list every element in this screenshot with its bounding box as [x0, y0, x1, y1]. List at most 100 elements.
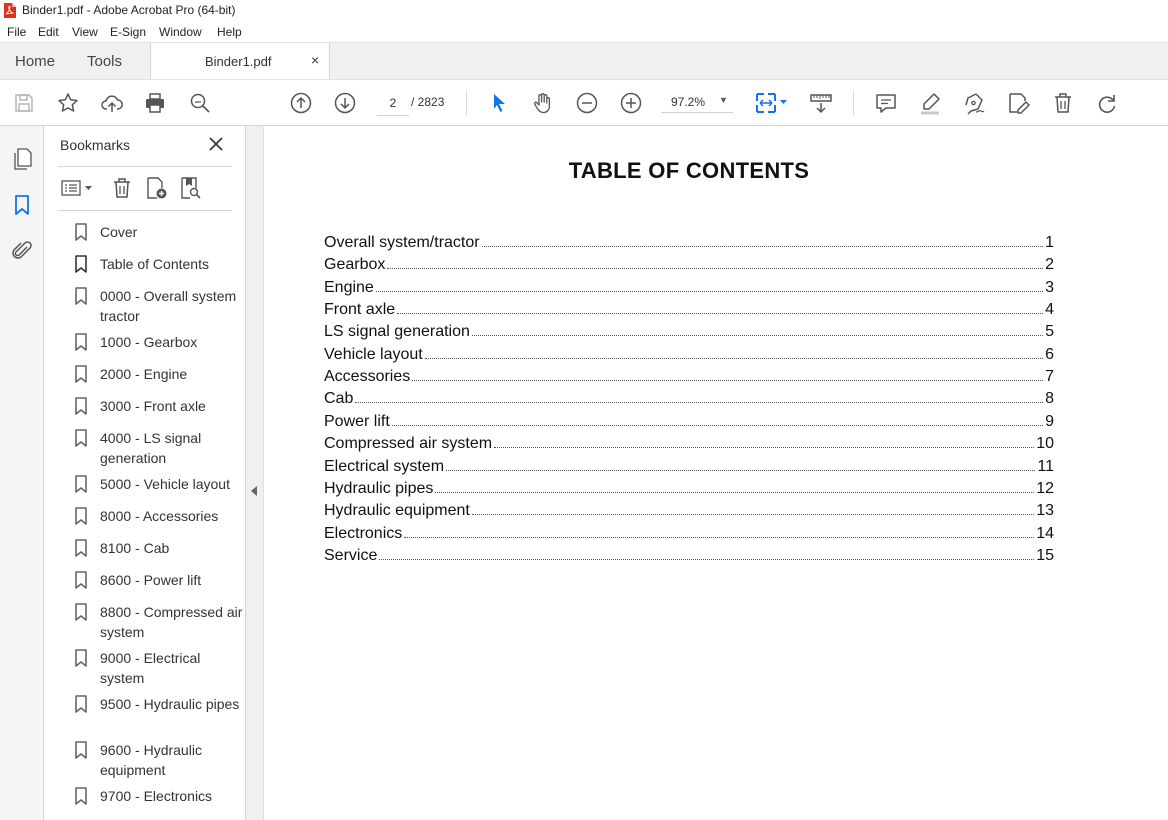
- zoom-level-dropdown[interactable]: 97.2% ▼: [661, 91, 733, 113]
- page-thumbnails-icon[interactable]: [10, 147, 34, 171]
- toc-entry[interactable]: Vehicle layout 6: [324, 346, 1054, 368]
- toc-entry-page: 1: [1045, 234, 1054, 251]
- attachment-icon[interactable]: [10, 239, 34, 263]
- bookmark-icon: [74, 365, 88, 383]
- menu-file[interactable]: File: [7, 25, 26, 39]
- tab-document[interactable]: Binder1.pdf ×: [150, 43, 330, 80]
- bookmark-label: 9500 - Hydraulic pipes: [100, 696, 240, 712]
- toc-entry[interactable]: Engine 3: [324, 279, 1054, 301]
- zoom-in-icon[interactable]: [619, 91, 643, 115]
- page-up-icon[interactable]: [289, 91, 313, 115]
- menu-window[interactable]: Window: [159, 25, 202, 39]
- page-total: / 2823: [411, 95, 445, 109]
- toc-entry-label: Vehicle layout: [324, 345, 423, 363]
- toc-entry[interactable]: Power lift 9: [324, 413, 1054, 435]
- bookmark-label: 8600 - Power lift: [100, 572, 202, 588]
- bookmark-label: 2000 - Engine: [100, 366, 188, 382]
- sign-icon[interactable]: [962, 91, 986, 115]
- bookmark-label: 8000 - Accessories: [100, 508, 219, 524]
- toc-entry[interactable]: Hydraulic equipment 13: [324, 502, 1054, 524]
- toc-entry-label: Hydraulic equipment: [324, 502, 470, 520]
- menu-view[interactable]: View: [72, 25, 98, 39]
- toc-entry-page: 5: [1045, 323, 1054, 341]
- print-icon[interactable]: [143, 91, 167, 115]
- edit-pdf-icon[interactable]: [1006, 91, 1030, 115]
- menu-edit[interactable]: Edit: [38, 25, 59, 39]
- toc-leader-dots: [471, 513, 1035, 516]
- tab-home[interactable]: Home: [15, 53, 55, 70]
- delete-icon[interactable]: [1051, 91, 1075, 115]
- toc-entry-label: Electrical system: [324, 457, 445, 475]
- bookmark-label: 1000 - Gearbox: [100, 334, 198, 350]
- tab-tools[interactable]: Tools: [87, 53, 122, 70]
- toc-entry[interactable]: Accessories 7: [324, 368, 1054, 390]
- options-menu-icon[interactable]: [60, 176, 94, 200]
- zoom-out-icon[interactable]: [575, 91, 599, 115]
- toc-leader-dots: [412, 379, 1044, 382]
- toc-entry-page: 4: [1045, 301, 1054, 319]
- close-icon[interactable]: [207, 135, 225, 153]
- save-icon[interactable]: [12, 91, 36, 115]
- toc-leader-dots: [481, 245, 1044, 247]
- bookmark-label: Cover: [100, 224, 138, 240]
- bookmark-panel-icon[interactable]: [10, 193, 34, 217]
- toc-entry-label: Compressed air system: [324, 435, 493, 453]
- toc-entry-label: Service: [324, 546, 378, 564]
- search-zoom-icon[interactable]: [188, 91, 212, 115]
- bookmark-icon: [74, 695, 88, 713]
- upload-icon[interactable]: [100, 91, 124, 115]
- scroll-mode-icon[interactable]: [809, 91, 833, 115]
- close-tab-icon[interactable]: ×: [311, 52, 319, 68]
- comment-icon[interactable]: [874, 91, 898, 115]
- toc-entry[interactable]: Overall system/tractor 1: [324, 234, 1054, 256]
- toc-entry-label: LS signal generation: [324, 323, 470, 341]
- page-down-icon[interactable]: [333, 91, 357, 115]
- toc-entry-label: Power lift: [324, 412, 390, 430]
- toc-entry-page: 6: [1045, 345, 1054, 363]
- toc-entry-page: 13: [1036, 502, 1054, 520]
- toc-entry[interactable]: LS signal generation 5: [324, 323, 1054, 345]
- toc-entry-label: Engine: [324, 278, 374, 296]
- toc-entry-page: 10: [1036, 435, 1054, 453]
- page-number-input[interactable]: [377, 91, 409, 116]
- bookmark-label: 4000 - LS signal generation: [100, 430, 202, 466]
- fit-page-icon[interactable]: [754, 91, 790, 115]
- toc-leader-dots: [375, 290, 1044, 292]
- toc-entry[interactable]: Cab 8: [324, 390, 1054, 412]
- redo-icon[interactable]: [1095, 91, 1119, 115]
- divider: [58, 166, 232, 167]
- star-icon[interactable]: [56, 91, 80, 115]
- find-bookmark-icon[interactable]: [178, 176, 202, 200]
- panel-collapse-handle[interactable]: [246, 126, 264, 820]
- menu-esign[interactable]: E-Sign: [110, 25, 146, 39]
- menu-help[interactable]: Help: [217, 25, 242, 39]
- select-arrow-icon[interactable]: [487, 91, 511, 115]
- toc-entry[interactable]: Front axle 4: [324, 301, 1054, 323]
- document-view[interactable]: TABLE OF CONTENTS Overall system/tractor…: [264, 126, 1168, 820]
- bookmark-icon: [74, 223, 88, 241]
- highlight-icon[interactable]: [918, 91, 942, 115]
- bookmark-icon: [74, 787, 88, 805]
- toc-entry[interactable]: Compressed air system 10: [324, 435, 1054, 457]
- toc-entry[interactable]: Hydraulic pipes 12: [324, 480, 1054, 502]
- bookmark-icon: [74, 475, 88, 493]
- toc-entry-page: 7: [1045, 368, 1054, 386]
- bookmark-label: 9700 - Electronics: [100, 788, 213, 804]
- toc-leader-dots: [355, 401, 1044, 404]
- tab-bar: Home Tools Binder1.pdf ×: [0, 42, 1168, 80]
- hand-icon[interactable]: [531, 91, 555, 115]
- bookmark-icon: [74, 539, 88, 557]
- delete-bookmark-icon[interactable]: [110, 176, 134, 200]
- menu-bar: File Edit View E-Sign Window Help: [0, 21, 1168, 42]
- toc-entry[interactable]: Service 15: [324, 547, 1054, 569]
- toc-leader-dots: [387, 267, 1044, 270]
- bookmark-icon: [74, 649, 88, 667]
- toc-entry[interactable]: Electrical system 11: [324, 458, 1054, 480]
- toolbar-divider: [853, 90, 854, 116]
- toc-entry[interactable]: Electronics 14: [324, 525, 1054, 547]
- chevron-down-icon: ▼: [719, 95, 728, 105]
- bookmark-icon: [74, 397, 88, 415]
- new-bookmark-icon[interactable]: [144, 176, 168, 200]
- toc-entry[interactable]: Gearbox 2: [324, 256, 1054, 278]
- bookmark-label: 0000 - Overall system tractor: [100, 288, 237, 324]
